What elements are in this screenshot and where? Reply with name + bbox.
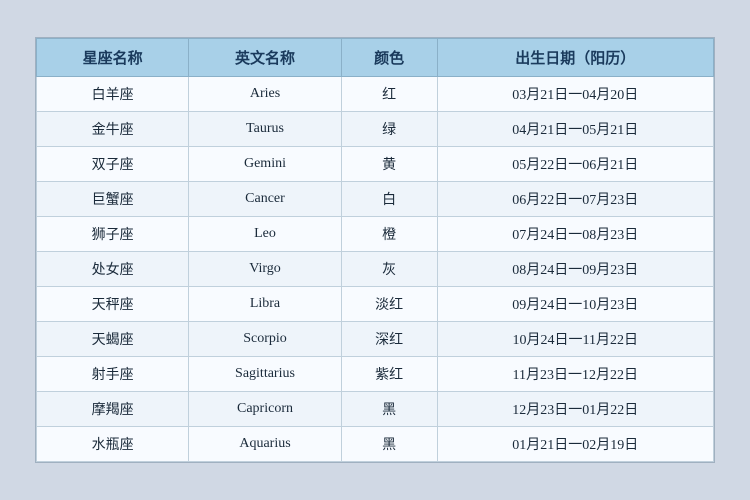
table-body: 白羊座Aries红03月21日一04月20日金牛座Taurus绿04月21日一0… xyxy=(37,77,714,462)
table-row: 射手座Sagittarius紫红11月23日一12月22日 xyxy=(37,357,714,392)
table-cell: 深红 xyxy=(341,322,437,357)
table-cell: 摩羯座 xyxy=(37,392,189,427)
table-row: 天秤座Libra淡红09月24日一10月23日 xyxy=(37,287,714,322)
table-cell: Gemini xyxy=(189,147,341,182)
table-cell: 黄 xyxy=(341,147,437,182)
table-cell: Capricorn xyxy=(189,392,341,427)
table-cell: 红 xyxy=(341,77,437,112)
table-row: 天蝎座Scorpio深红10月24日一11月22日 xyxy=(37,322,714,357)
table-cell: 天秤座 xyxy=(37,287,189,322)
table-cell: Leo xyxy=(189,217,341,252)
table-cell: 09月24日一10月23日 xyxy=(437,287,713,322)
table-row: 巨蟹座Cancer白06月22日一07月23日 xyxy=(37,182,714,217)
table-cell: 07月24日一08月23日 xyxy=(437,217,713,252)
table-header-cell: 出生日期（阳历） xyxy=(437,39,713,77)
table-cell: 白 xyxy=(341,182,437,217)
table-cell: Cancer xyxy=(189,182,341,217)
table-cell: 处女座 xyxy=(37,252,189,287)
table-cell: 紫红 xyxy=(341,357,437,392)
table-cell: 灰 xyxy=(341,252,437,287)
table-cell: Libra xyxy=(189,287,341,322)
table-header-cell: 星座名称 xyxy=(37,39,189,77)
table-cell: Virgo xyxy=(189,252,341,287)
table-cell: 06月22日一07月23日 xyxy=(437,182,713,217)
table-cell: 水瓶座 xyxy=(37,427,189,462)
table-cell: Aries xyxy=(189,77,341,112)
table-cell: 巨蟹座 xyxy=(37,182,189,217)
table-cell: Sagittarius xyxy=(189,357,341,392)
table-row: 白羊座Aries红03月21日一04月20日 xyxy=(37,77,714,112)
table-cell: 08月24日一09月23日 xyxy=(437,252,713,287)
table-cell: 12月23日一01月22日 xyxy=(437,392,713,427)
table-cell: 黑 xyxy=(341,427,437,462)
table-cell: 橙 xyxy=(341,217,437,252)
table-cell: 金牛座 xyxy=(37,112,189,147)
table-header-cell: 英文名称 xyxy=(189,39,341,77)
table-cell: 05月22日一06月21日 xyxy=(437,147,713,182)
table-cell: 10月24日一11月22日 xyxy=(437,322,713,357)
table-row: 狮子座Leo橙07月24日一08月23日 xyxy=(37,217,714,252)
table-cell: 射手座 xyxy=(37,357,189,392)
table-cell: 白羊座 xyxy=(37,77,189,112)
table-cell: 天蝎座 xyxy=(37,322,189,357)
table-row: 金牛座Taurus绿04月21日一05月21日 xyxy=(37,112,714,147)
table-cell: Scorpio xyxy=(189,322,341,357)
table-cell: 淡红 xyxy=(341,287,437,322)
table-cell: 黑 xyxy=(341,392,437,427)
table-cell: 11月23日一12月22日 xyxy=(437,357,713,392)
table-cell: 狮子座 xyxy=(37,217,189,252)
table-cell: 01月21日一02月19日 xyxy=(437,427,713,462)
table-row: 摩羯座Capricorn黑12月23日一01月22日 xyxy=(37,392,714,427)
table-header-row: 星座名称英文名称颜色出生日期（阳历） xyxy=(37,39,714,77)
zodiac-table-container: 星座名称英文名称颜色出生日期（阳历） 白羊座Aries红03月21日一04月20… xyxy=(35,37,715,463)
table-cell: Taurus xyxy=(189,112,341,147)
table-row: 处女座Virgo灰08月24日一09月23日 xyxy=(37,252,714,287)
table-cell: 绿 xyxy=(341,112,437,147)
table-cell: 双子座 xyxy=(37,147,189,182)
table-cell: Aquarius xyxy=(189,427,341,462)
table-header-cell: 颜色 xyxy=(341,39,437,77)
table-row: 水瓶座Aquarius黑01月21日一02月19日 xyxy=(37,427,714,462)
table-cell: 04月21日一05月21日 xyxy=(437,112,713,147)
table-row: 双子座Gemini黄05月22日一06月21日 xyxy=(37,147,714,182)
zodiac-table: 星座名称英文名称颜色出生日期（阳历） 白羊座Aries红03月21日一04月20… xyxy=(36,38,714,462)
table-cell: 03月21日一04月20日 xyxy=(437,77,713,112)
